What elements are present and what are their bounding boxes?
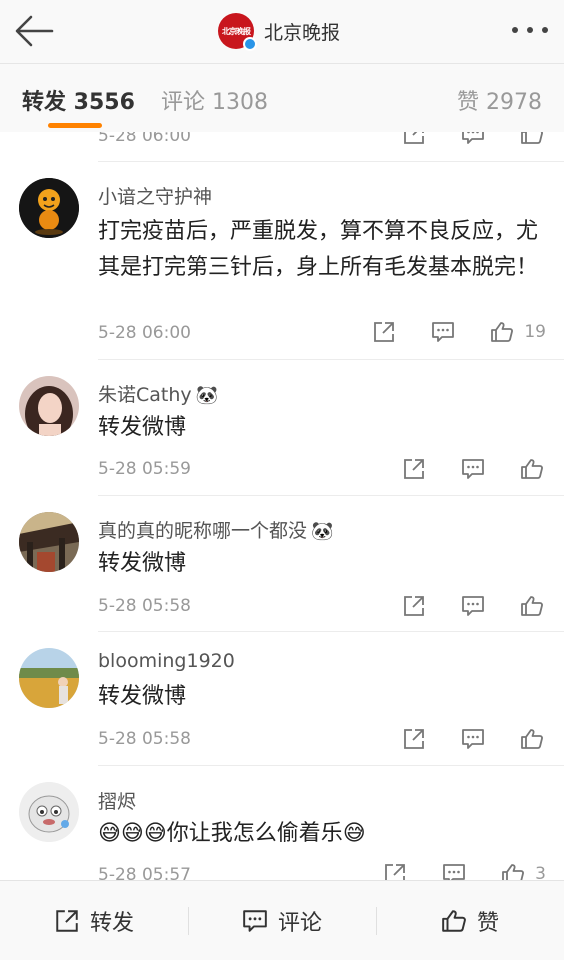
- logo-text: 北京晚报: [222, 26, 251, 36]
- back-arrow-icon[interactable]: [14, 14, 54, 48]
- like-count: 3: [535, 864, 546, 880]
- comment-text: 转发微博: [98, 415, 187, 440]
- username-text: blooming1920: [98, 650, 235, 672]
- comment-icon[interactable]: [459, 592, 487, 620]
- username-text: 真的真的昵称哪一个都没: [98, 520, 308, 542]
- more-dots-icon[interactable]: [512, 22, 548, 38]
- item-actions: [369, 592, 546, 620]
- share-icon[interactable]: [400, 132, 428, 148]
- username[interactable]: blooming1920: [98, 650, 235, 672]
- item-actions: [369, 132, 546, 148]
- share-icon[interactable]: [400, 455, 428, 483]
- username-text: 朱诺Cathy: [98, 384, 192, 406]
- like-button[interactable]: 赞: [376, 881, 564, 960]
- item-actions: [369, 455, 546, 483]
- share-icon[interactable]: [370, 318, 398, 346]
- comment-text: 转发微博: [98, 551, 187, 576]
- panda-badge-icon: 🐼: [195, 385, 219, 406]
- username[interactable]: 摺烬: [98, 787, 136, 814]
- timestamp: 5-28 05:57: [98, 865, 191, 880]
- username[interactable]: 小谙之守护神: [98, 182, 212, 209]
- share-icon[interactable]: [400, 592, 428, 620]
- comment-icon[interactable]: [429, 318, 457, 346]
- thumbs-up-icon: [442, 909, 466, 932]
- username[interactable]: 朱诺Cathy 🐼: [98, 380, 218, 407]
- comment-icon[interactable]: [440, 860, 468, 880]
- avatar[interactable]: [19, 512, 79, 572]
- divider: [98, 631, 564, 632]
- timestamp: 5-28 05:59: [98, 459, 191, 479]
- username-text: 小谙之守护神: [98, 186, 213, 208]
- timestamp: 5-28 05:58: [98, 596, 191, 616]
- item-actions: 3: [350, 860, 546, 880]
- username-text: 摺烬: [98, 791, 137, 813]
- like-label: 赞: [476, 910, 499, 936]
- thumbs-up-icon[interactable]: [488, 318, 516, 346]
- panda-badge-icon: 🐼: [311, 521, 334, 542]
- share-icon[interactable]: [400, 725, 428, 753]
- active-tab-indicator: [48, 123, 102, 128]
- timestamp: 5-28 06:00: [98, 323, 191, 343]
- account-title[interactable]: 北京晚报 北京晚报: [218, 11, 340, 51]
- comment-icon[interactable]: [459, 455, 487, 483]
- item-actions: [369, 725, 546, 753]
- repost-label: 转发: [89, 910, 134, 936]
- divider: [98, 495, 564, 496]
- avatar[interactable]: [19, 178, 79, 238]
- comment-label: 评论: [277, 910, 322, 936]
- avatar[interactable]: [19, 782, 79, 842]
- tab-comment[interactable]: 评论 1308: [161, 84, 268, 116]
- account-logo: 北京晚报: [218, 13, 257, 51]
- thumbs-up-icon[interactable]: [499, 860, 527, 880]
- tab-repost[interactable]: 转发 3556: [22, 84, 135, 116]
- share-icon[interactable]: [381, 860, 409, 880]
- bottom-action-bar: 转发 评论 赞: [0, 880, 564, 960]
- comment-button[interactable]: 评论: [188, 881, 376, 960]
- page-title: 北京晚报: [264, 21, 341, 44]
- thumbs-up-icon[interactable]: [518, 592, 546, 620]
- timestamp: 5-28 06:00: [98, 132, 191, 146]
- comment-text: 😅😅😅你让我怎么偷着乐😅: [98, 821, 366, 846]
- thumbs-up-icon[interactable]: [518, 455, 546, 483]
- timestamp: 5-28 05:58: [98, 729, 191, 749]
- comment-text: 打完疫苗后，严重脱发，算不算不良反应，尤其是打完第三针后，身上所有毛发基本脱完！: [98, 219, 539, 280]
- repost-list[interactable]: 5-28 06:00 小谙之守护神 打完疫苗后，严重脱发，算不算不良反应，尤其是…: [0, 132, 564, 880]
- avatar[interactable]: [19, 376, 79, 436]
- tab-bar: 转发 3556 评论 1308 赞 2978: [0, 64, 564, 132]
- share-icon: [56, 909, 78, 932]
- username[interactable]: 真的真的昵称哪一个都没 🐼: [98, 516, 333, 543]
- top-bar: 北京晚报 北京晚报: [0, 0, 564, 64]
- tab-like[interactable]: 赞 2978: [457, 84, 542, 116]
- comment-icon[interactable]: [459, 132, 487, 148]
- list-item: 小谙之守护神 打完疫苗后，严重脱发，算不算不良反应，尤其是打完第三针后，身上所有…: [0, 162, 564, 360]
- like-count: 19: [524, 322, 546, 342]
- comment-icon[interactable]: [459, 725, 487, 753]
- avatar[interactable]: [19, 648, 79, 708]
- comment-text: 转发微博: [98, 684, 187, 709]
- item-actions: 19: [339, 318, 546, 346]
- comment-icon: [243, 909, 267, 932]
- verified-badge-icon: [243, 37, 257, 51]
- thumbs-up-icon[interactable]: [518, 725, 546, 753]
- thumbs-up-icon[interactable]: [518, 132, 546, 148]
- divider: [98, 765, 564, 766]
- repost-button[interactable]: 转发: [0, 881, 188, 960]
